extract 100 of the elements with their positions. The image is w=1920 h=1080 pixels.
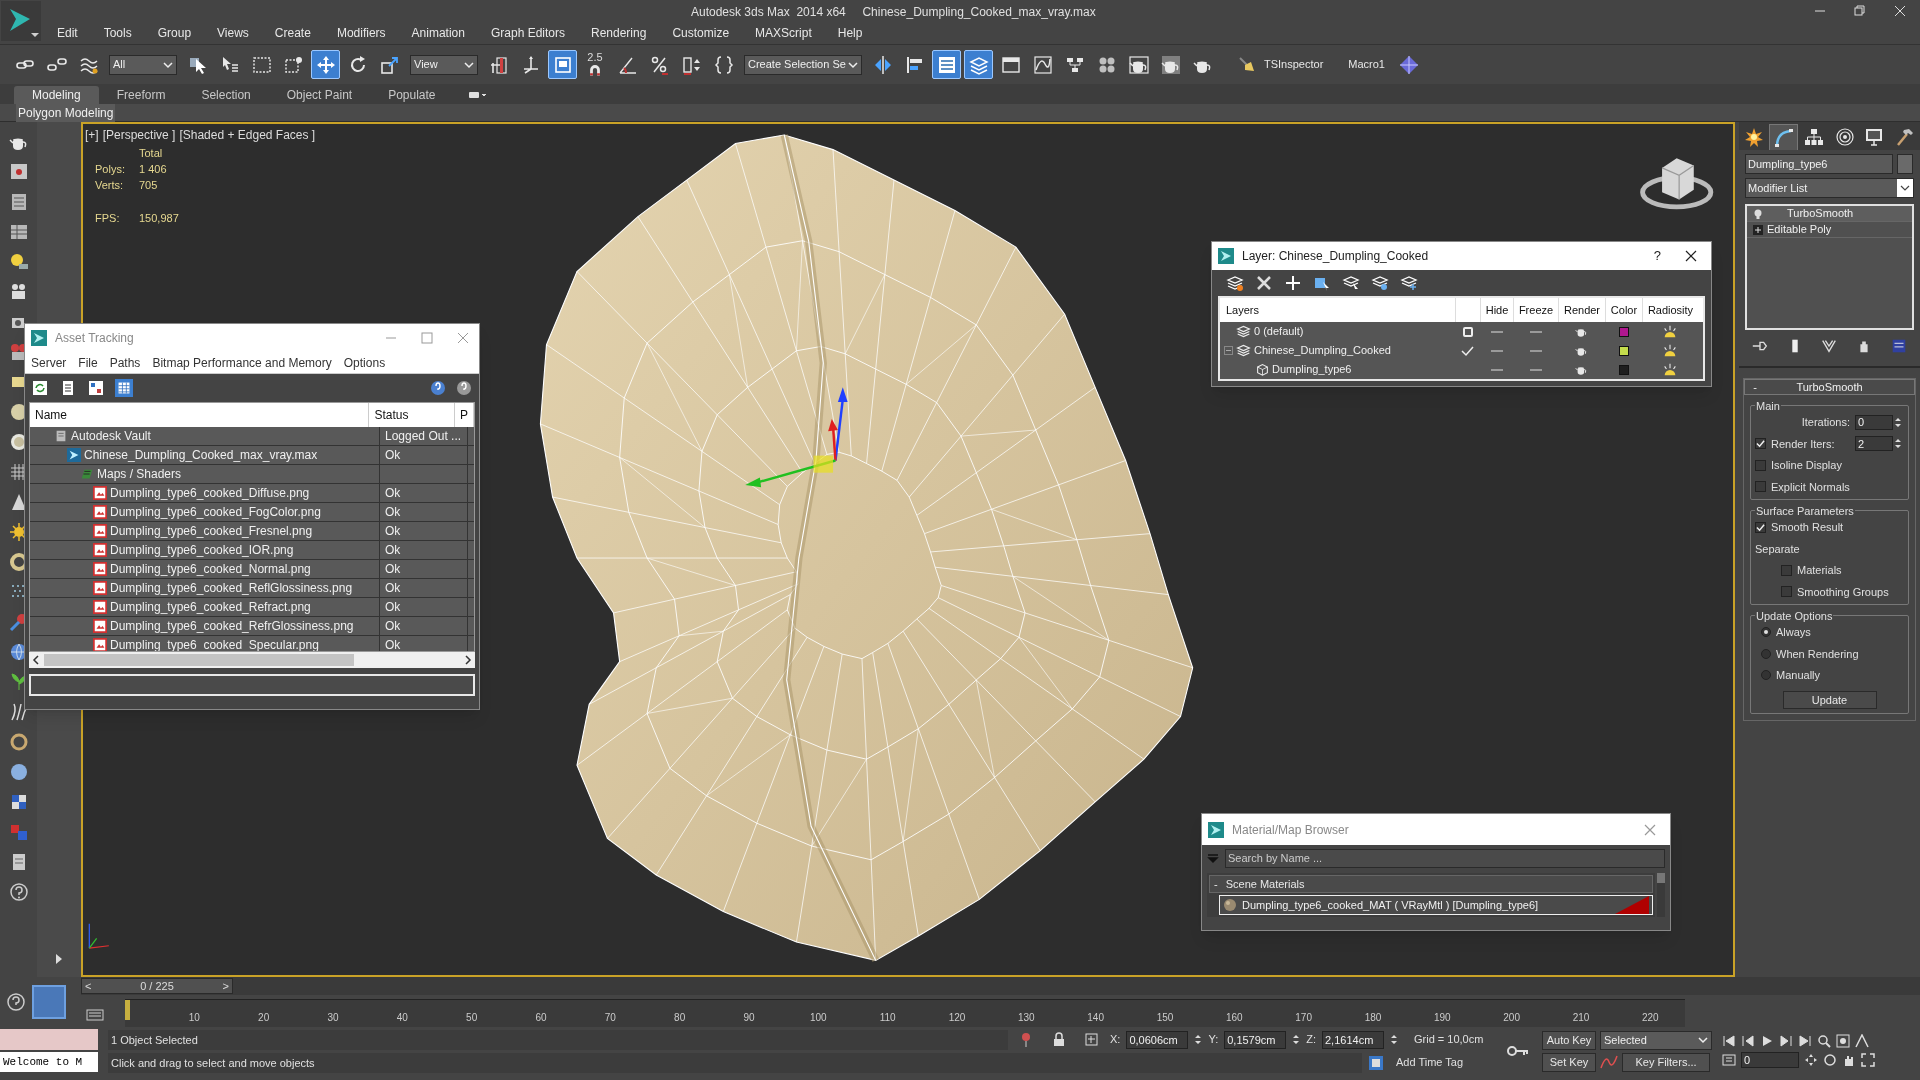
search-field[interactable]: Search by Name ...: [1225, 848, 1665, 868]
checkbox-label: Smooth Result: [1771, 520, 1844, 535]
modifier-item[interactable]: Editable Poly: [1767, 221, 1832, 238]
asset-name[interactable]: Dumpling_type6_cooked_Refract.png: [110, 598, 311, 616]
menu-item[interactable]: MAXScript: [755, 24, 812, 42]
modifier-list-dropdown[interactable]: Modifier List: [1745, 178, 1914, 198]
column-header[interactable]: Color: [1605, 298, 1642, 322]
macro-button[interactable]: TSInspector: [1230, 50, 1330, 79]
tick-label: 210: [1572, 1011, 1590, 1025]
add-time-tag-label[interactable]: Add Time Tag: [1396, 1054, 1464, 1071]
set-key-button[interactable]: Set Key: [1542, 1052, 1596, 1072]
rollout-header[interactable]: - TurboSmooth: [1744, 379, 1915, 395]
ribbon-tab[interactable]: Selection: [183, 86, 269, 104]
menu-item[interactable]: Tools: [103, 24, 132, 42]
column-header[interactable]: Radiosity: [1642, 298, 1698, 322]
ribbon-tab[interactable]: Modeling: [14, 86, 99, 104]
asset-name[interactable]: Dumpling_type6_cooked_ReflGlossiness.png: [110, 579, 353, 597]
help-button[interactable]: ?: [1653, 246, 1661, 266]
menu-item[interactable]: Create: [274, 24, 311, 42]
tick-label: 60: [535, 1011, 547, 1025]
object-name-field[interactable]: Dumpling_type6: [1745, 154, 1893, 174]
asset-status: Ok: [385, 599, 401, 616]
spinner-field[interactable]: 2: [1855, 436, 1893, 452]
column-header[interactable]: Hide: [1480, 298, 1513, 322]
menu-item[interactable]: Help: [837, 24, 863, 42]
menu-item[interactable]: Paths: [109, 353, 141, 372]
menu-item[interactable]: Bitmap Performance and Memory: [152, 353, 332, 372]
column-header[interactable]: Render: [1558, 298, 1605, 322]
dropdown[interactable]: Create Selection Se: [744, 54, 862, 75]
menu-item[interactable]: Group: [157, 24, 192, 42]
layer-name[interactable]: Dumpling_type6: [1272, 361, 1352, 378]
asset-name[interactable]: Dumpling_type6_cooked_RefrGlossiness.png: [110, 617, 354, 635]
tick-label: 120: [948, 1011, 966, 1025]
menu-item[interactable]: Server: [31, 353, 67, 372]
menu-item[interactable]: Views: [217, 24, 249, 42]
asset-name[interactable]: Dumpling_type6_cooked_FogColor.png: [110, 503, 321, 521]
asset-status: Ok: [385, 504, 401, 521]
key-filters-button[interactable]: Key Filters...: [1622, 1052, 1710, 1072]
macro-button[interactable]: Macro1: [1342, 50, 1391, 79]
spinner-field[interactable]: 0: [1855, 414, 1893, 430]
tick-label: 190: [1434, 1011, 1451, 1025]
ribbon-tab[interactable]: Populate: [370, 86, 454, 104]
column-header[interactable]: Name: [30, 403, 370, 427]
update-button[interactable]: Update: [1782, 690, 1877, 709]
column-header[interactable]: P: [455, 403, 474, 427]
dropdown[interactable]: All: [109, 54, 177, 75]
column-header[interactable]: Freeze: [1513, 298, 1558, 322]
checkbox-label: Render Iters:: [1771, 436, 1836, 452]
ribbon-tab[interactable]: Object Paint: [268, 86, 371, 104]
menu-item[interactable]: Modifiers: [336, 24, 386, 42]
scene-materials-group-header[interactable]: - Scene Materials: [1209, 875, 1653, 893]
asset-status: Ok: [385, 618, 401, 635]
asset-name[interactable]: Dumpling_type6_cooked_Diffuse.png: [110, 484, 310, 502]
column-header[interactable]: Status: [369, 403, 455, 427]
menu-item[interactable]: Animation: [411, 24, 465, 42]
coordinate-field[interactable]: 0,0606cm: [1126, 1030, 1189, 1049]
asset-name[interactable]: Dumpling_type6_cooked_IOR.png: [110, 541, 294, 559]
checkbox-label: Isoline Display: [1771, 458, 1842, 473]
stats-label: Polys:: [95, 162, 126, 177]
dropdown[interactable]: View: [410, 54, 478, 75]
coordinate-field[interactable]: 2,1614cm: [1322, 1030, 1384, 1049]
menu-item[interactable]: Graph Editors: [490, 24, 565, 42]
viewport-label[interactable]: [+]: [85, 126, 99, 144]
asset-name[interactable]: Maps / Shaders: [97, 465, 182, 483]
listener-output[interactable]: Welcome to M: [0, 1052, 98, 1072]
material-item[interactable]: Dumpling_type6_cooked_MAT ( VRayMtl ) [Dumpling_type6]: [1219, 895, 1653, 915]
menu-item[interactable]: Edit: [57, 24, 78, 42]
column-header[interactable]: Layers: [1220, 298, 1455, 322]
viewport-label[interactable]: [Perspective ]: [102, 126, 176, 144]
coordinate-field[interactable]: 0,1579cm: [1224, 1030, 1287, 1049]
menu-item[interactable]: Rendering: [591, 24, 647, 42]
layer-name[interactable]: 0 (default): [1254, 323, 1304, 340]
asset-name[interactable]: Dumpling_type6_cooked_Specular.png: [110, 636, 319, 651]
menu-item[interactable]: Options: [343, 353, 386, 372]
layer-name[interactable]: Chinese_Dumpling_Cooked: [1254, 342, 1391, 359]
asset-name[interactable]: Chinese_Dumpling_Cooked_max_vray.max: [84, 446, 318, 464]
ribbon-tab[interactable]: Freeform: [98, 86, 184, 104]
coord-label: Y:: [1208, 1032, 1219, 1048]
key-mode-dropdown[interactable]: Selected: [1600, 1030, 1712, 1050]
snap-toggle-button[interactable]: 2.5: [580, 50, 610, 79]
auto-key-button[interactable]: Auto Key: [1542, 1030, 1596, 1050]
modifier-stack[interactable]: TurboSmooth Editable Poly: [1745, 204, 1914, 330]
stats-value: 150,987: [139, 211, 179, 226]
dropdown-value: Selected: [1604, 1032, 1647, 1048]
time-ruler[interactable]: 10 20 30 40 50 60 70 80 90 100 110 120 130 140 150 160 170 180 190 200 210 220: [125, 999, 1685, 1027]
asset-name[interactable]: Dumpling_type6_cooked_Normal.png: [110, 560, 311, 578]
asset-name[interactable]: Dumpling_type6_cooked_Fresnel.png: [110, 522, 313, 540]
current-frame-field[interactable]: 0: [1741, 1052, 1799, 1068]
material-name: Dumpling_type6_cooked_MAT ( VRayMtl ) [Dumpling_type6]: [1242, 897, 1539, 913]
time-slider-thumb[interactable]: < 0 / 225 >: [81, 978, 233, 994]
prompt-text: Click and drag to select and move objects: [108, 1052, 1362, 1073]
radio-label: When Rendering: [1776, 646, 1859, 662]
viewport-label[interactable]: [Shaded + Edged Faces ]: [179, 126, 316, 144]
menu-item[interactable]: File: [78, 353, 98, 372]
checkbox-label: Materials: [1797, 563, 1842, 578]
asset-status: Ok: [385, 523, 401, 540]
window-title: Autodesk 3ds Max 2014 x64 Chinese_Dumpling_Cooked_max_vray.max: [691, 4, 1096, 21]
slider-prev-arrow[interactable]: <: [85, 977, 92, 995]
slider-next-arrow[interactable]: >: [222, 977, 229, 995]
menu-item[interactable]: Customize: [672, 24, 730, 42]
